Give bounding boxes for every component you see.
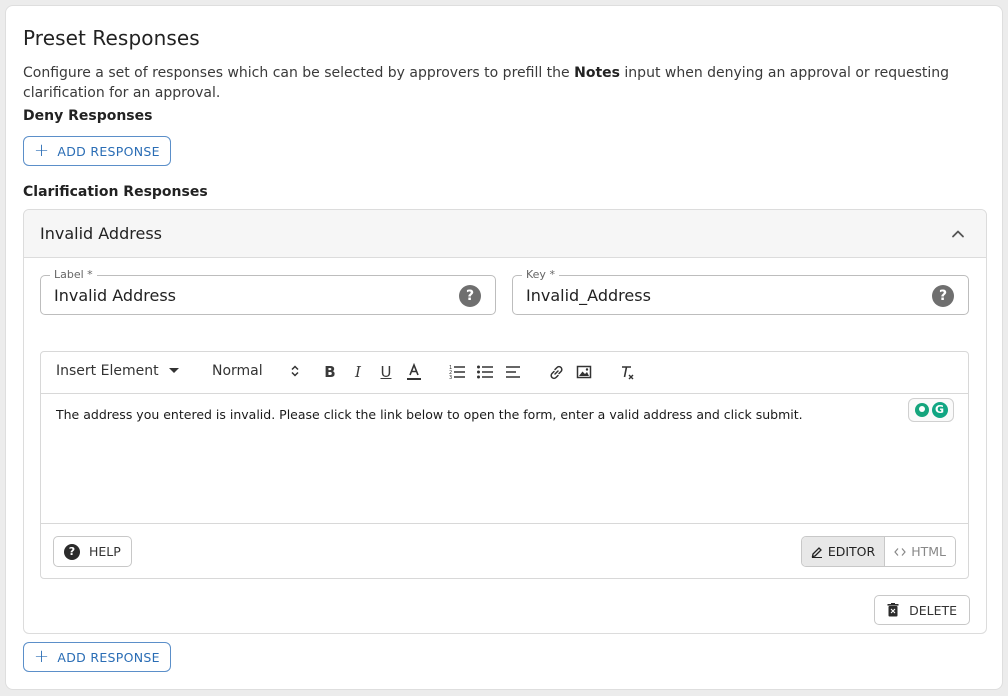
insert-element-dropdown[interactable]: Insert Element <box>56 363 179 379</box>
clarification-responses-label: Clarification Responses <box>23 184 208 200</box>
align-left-icon[interactable] <box>504 363 522 381</box>
panel-title: Invalid Address <box>40 224 162 243</box>
trash-icon <box>887 603 899 617</box>
page-title: Preset Responses <box>23 26 200 50</box>
image-icon[interactable] <box>575 363 593 381</box>
html-mode-label: HTML <box>911 544 946 559</box>
editor-footer: ? HELP EDITOR HTML <box>41 523 968 578</box>
rich-text-editor: Insert Element Normal B I U 123 The addr… <box>40 351 969 579</box>
key-field-label: Key * <box>522 268 559 281</box>
caret-down-icon <box>168 368 179 373</box>
bullet-list-icon[interactable] <box>476 363 494 381</box>
link-icon[interactable] <box>547 363 565 381</box>
editor-toolbar: Insert Element Normal B I U 123 <box>41 352 968 394</box>
help-icon[interactable]: ? <box>932 285 954 307</box>
panel-header[interactable]: Invalid Address <box>24 210 986 258</box>
key-field-value[interactable]: Invalid_Address <box>526 286 651 305</box>
svg-text:3: 3 <box>449 375 452 380</box>
help-button-label: HELP <box>89 544 121 559</box>
delete-button[interactable]: DELETE <box>874 595 970 625</box>
text-style-label: Normal <box>212 363 263 379</box>
help-button[interactable]: ? HELP <box>53 536 132 567</box>
label-field-value[interactable]: Invalid Address <box>54 286 176 305</box>
add-deny-response-label: ADD RESPONSE <box>57 143 160 159</box>
key-field[interactable]: Key * Invalid_Address ? <box>512 268 969 315</box>
plus-icon: + <box>34 646 50 667</box>
bold-icon[interactable]: B <box>321 363 339 381</box>
sort-icon <box>291 365 299 377</box>
add-deny-response-button[interactable]: + ADD RESPONSE <box>23 136 171 166</box>
italic-icon[interactable]: I <box>349 363 367 381</box>
chevron-up-icon[interactable] <box>948 224 968 244</box>
preset-responses-card: Preset Responses Configure a set of resp… <box>5 5 1003 690</box>
description-notes-bold: Notes <box>574 65 620 81</box>
text-style-select[interactable]: Normal <box>212 363 299 379</box>
pencil-icon <box>811 546 822 558</box>
clarification-response-panel: Invalid Address Label * Invalid Address … <box>23 209 987 634</box>
grammarly-icon: G <box>931 402 948 418</box>
editor-content[interactable]: The address you entered is invalid. Plea… <box>56 407 803 422</box>
code-icon <box>894 547 906 556</box>
description-text-start: Configure a set of responses which can b… <box>23 65 575 81</box>
delete-button-label: DELETE <box>909 602 957 618</box>
label-field[interactable]: Label * Invalid Address ? <box>40 268 496 315</box>
text-color-icon[interactable] <box>405 363 423 381</box>
editor-mode-toggle: EDITOR HTML <box>800 536 956 567</box>
clear-formatting-icon[interactable] <box>618 363 636 381</box>
plus-icon: + <box>34 140 50 161</box>
html-mode-button[interactable]: HTML <box>885 537 955 566</box>
deny-responses-label: Deny Responses <box>23 108 153 124</box>
page-description: Configure a set of responses which can b… <box>23 63 963 103</box>
add-clarification-response-button[interactable]: + ADD RESPONSE <box>23 642 171 672</box>
label-field-label: Label * <box>50 268 97 281</box>
help-icon[interactable]: ? <box>459 285 481 307</box>
editor-mode-label: EDITOR <box>827 544 876 559</box>
underline-icon[interactable]: U <box>377 363 395 381</box>
grammarly-widget[interactable]: G <box>908 398 954 422</box>
editor-mode-button[interactable]: EDITOR <box>801 537 886 566</box>
question-circle-icon: ? <box>64 543 80 560</box>
add-clarification-response-label: ADD RESPONSE <box>57 649 160 665</box>
lightbulb-icon <box>914 403 929 417</box>
insert-element-label: Insert Element <box>56 363 159 379</box>
ordered-list-icon[interactable]: 123 <box>448 363 466 381</box>
